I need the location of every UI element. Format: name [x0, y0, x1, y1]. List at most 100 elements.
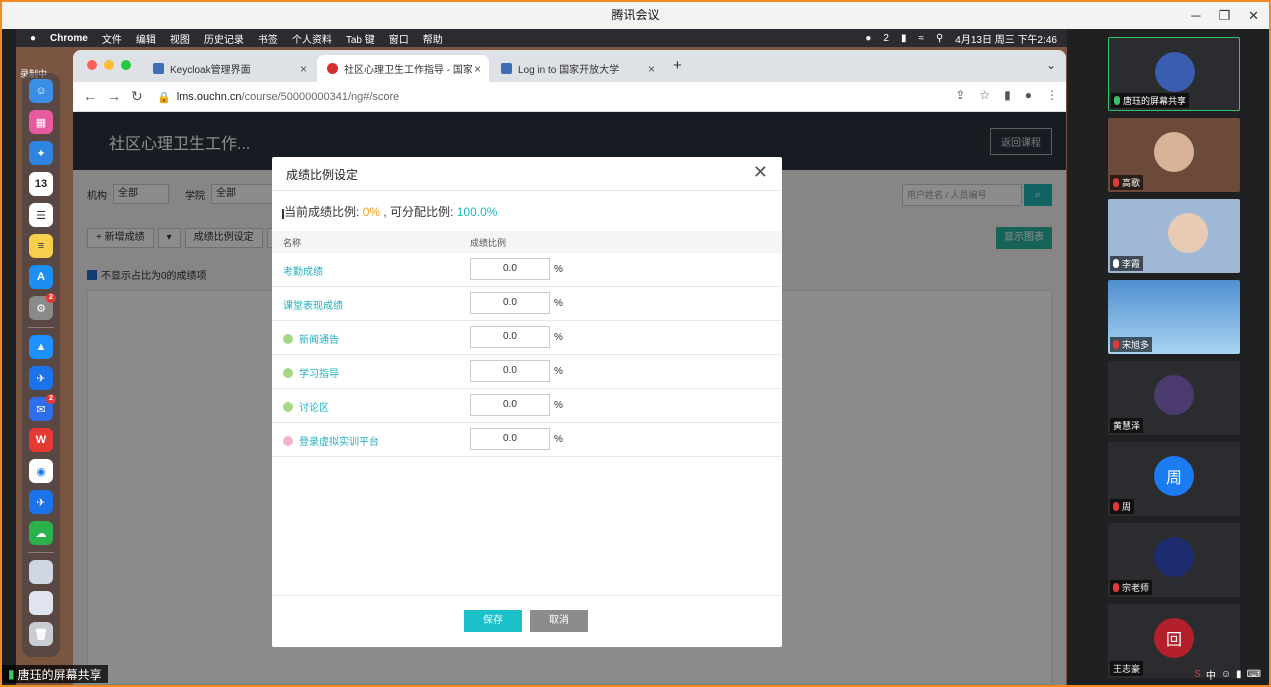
save-button[interactable]: 保存 — [464, 610, 522, 632]
chrome-icon[interactable]: ◉ — [29, 459, 53, 483]
minimize-window-icon[interactable] — [104, 60, 114, 70]
tab-keycloak[interactable]: Keycloak管理界面 × — [143, 55, 315, 82]
ratio-input[interactable]: 0.0 — [470, 428, 550, 450]
ratio-table-body: 考勤成绩 0.0 % 课堂表现成绩 0.0 % 新闻通告 0.0 % 学习指导 … — [272, 253, 782, 457]
tab-course[interactable]: 社区心理卫生工作指导 - 国家开放 × — [317, 55, 489, 82]
new-tab-icon[interactable]: + — [673, 57, 682, 74]
status-dot-icon — [283, 367, 293, 378]
spotlight-search-icon[interactable]: ⚲ — [936, 33, 943, 44]
percent-unit: % — [554, 366, 563, 377]
menu-item-view[interactable]: 视图 — [170, 31, 190, 46]
back-icon[interactable]: ← — [83, 88, 97, 104]
menu-item-edit[interactable]: 编辑 — [136, 31, 156, 46]
ratio-input[interactable]: 0.0 — [470, 360, 550, 382]
reload-icon[interactable]: ↻ — [131, 88, 143, 105]
forward-icon[interactable]: → — [107, 88, 121, 104]
cancel-button[interactable]: 取消 — [530, 610, 588, 632]
avatar-initial: 回 — [1165, 632, 1182, 649]
ratio-input[interactable]: 0.0 — [470, 394, 550, 416]
menu-item-bookmarks[interactable]: 书签 — [258, 31, 278, 46]
row-label: 考勤成绩 — [283, 267, 323, 278]
menu-item-help[interactable]: 帮助 — [423, 31, 443, 46]
menu-item-window[interactable]: 窗口 — [389, 31, 409, 46]
zoom-window-icon[interactable] — [121, 60, 131, 70]
table-row: 考勤成绩 0.0 % — [272, 253, 782, 287]
menu-app-name[interactable]: Chrome — [50, 33, 88, 44]
trash-icon[interactable]: 🗑 — [29, 622, 53, 646]
bookmark-star-icon[interactable]: ☆ — [979, 88, 990, 102]
menu-item-profile[interactable]: 个人资料 — [292, 31, 332, 46]
calendar-icon[interactable]: 13 — [29, 172, 53, 196]
row-name[interactable]: 讨论区 — [283, 399, 329, 414]
more-menu-icon[interactable]: ⋮ — [1046, 88, 1058, 102]
url-host: lms.ouchn.cn — [176, 91, 242, 103]
participant-name-tag: 高歌 — [1110, 175, 1144, 190]
lock-icon[interactable]: 🔒 — [157, 91, 171, 104]
dialog-close-icon[interactable]: ✕ — [753, 163, 768, 181]
url-field[interactable]: 🔒 lms.ouchn.cn/course/50000000341/ng#/sc… — [157, 86, 957, 108]
chevron-down-icon[interactable]: ⌄ — [1046, 58, 1056, 72]
menu-item-tab[interactable]: Tab 键 — [346, 31, 375, 46]
restore-icon[interactable]: ❐ — [1218, 8, 1230, 24]
wifi-icon[interactable]: ≈ — [918, 33, 924, 44]
menu-item-file[interactable]: 文件 — [102, 31, 122, 46]
dingtalk-icon[interactable]: ✈ — [29, 366, 53, 390]
wps-icon[interactable]: W — [29, 428, 53, 452]
participant-tile[interactable]: 宗老师 — [1108, 523, 1240, 597]
status-count[interactable]: 2 — [883, 33, 889, 44]
side-panel-icon[interactable]: ▮ — [1004, 88, 1011, 102]
row-name[interactable]: 新闻通告 — [283, 331, 339, 346]
ratio-input[interactable]: 0.0 — [470, 326, 550, 348]
clock[interactable]: 4月13日 周三 下午2:46 — [955, 31, 1057, 46]
settings-badge: 2 — [46, 293, 56, 303]
emoji-icon[interactable]: ☺ — [1221, 669, 1231, 680]
avatar — [1154, 375, 1194, 415]
finder-icon[interactable]: ☺ — [29, 79, 53, 103]
lark-icon[interactable]: ▲ — [29, 335, 53, 359]
dialog-title: 成绩比例设定 — [286, 168, 359, 182]
sogou-icon[interactable]: S — [1194, 669, 1201, 680]
file-icon[interactable] — [29, 591, 53, 615]
participant-tile[interactable]: 高歌 — [1108, 118, 1240, 192]
document-icon[interactable] — [29, 560, 53, 584]
tab-login[interactable]: Log in to 国家开放大学 × — [491, 55, 663, 82]
tray-mic-icon[interactable]: ▮ — [1236, 669, 1242, 680]
row-name[interactable]: 学习指导 — [283, 365, 339, 380]
settings-icon[interactable]: ⚙ 2 — [29, 293, 56, 320]
share-icon[interactable]: ⇪ — [955, 88, 965, 102]
address-bar: ← → ↻ 🔒 lms.ouchn.cn/course/50000000341/… — [73, 82, 1066, 112]
row-label: 课堂表现成绩 — [283, 301, 343, 312]
ratio-input[interactable]: 0.0 — [470, 258, 550, 280]
profile-icon[interactable]: ● — [1025, 88, 1032, 102]
launchpad-icon[interactable]: ▦ — [29, 110, 53, 134]
ratio-input[interactable]: 0.0 — [470, 292, 550, 314]
notes-icon[interactable]: ≡ — [29, 234, 53, 258]
row-name[interactable]: 课堂表现成绩 — [283, 297, 343, 312]
row-name[interactable]: 考勤成绩 — [283, 263, 323, 278]
row-name[interactable]: 登录虚拟实训平台 — [283, 433, 379, 448]
participant-tile[interactable]: 宋旭多 — [1108, 280, 1240, 354]
close-icon[interactable]: ✕ — [1248, 8, 1259, 24]
participant-tile[interactable]: 黄慧泽 — [1108, 361, 1240, 435]
reminders-icon[interactable]: ☰ — [29, 203, 53, 227]
participant-tile[interactable]: 唐珏的屏幕共享 — [1108, 37, 1240, 111]
input-language[interactable]: 中 — [1206, 667, 1216, 682]
keyboard-icon[interactable]: ⌨ — [1247, 669, 1261, 680]
wechat-status-icon[interactable]: ● — [865, 33, 871, 44]
feishu-icon[interactable]: ✈ — [29, 490, 53, 514]
participant-name-tag: 唐珏的屏幕共享 — [1111, 93, 1190, 108]
close-window-icon[interactable] — [87, 60, 97, 70]
tab-close-icon[interactable]: × — [300, 62, 307, 76]
apple-icon[interactable]: ● — [30, 33, 36, 44]
tab-close-icon[interactable]: × — [648, 62, 655, 76]
mail-app-icon[interactable]: ✉ 2 — [29, 394, 56, 421]
participant-tile[interactable]: 李霞 — [1108, 199, 1240, 273]
tab-close-icon[interactable]: × — [474, 62, 481, 76]
menu-item-history[interactable]: 历史记录 — [204, 31, 244, 46]
wechat-icon[interactable]: ☁ — [29, 521, 53, 545]
app-store-icon[interactable]: A — [29, 265, 53, 289]
participant-tile[interactable]: 周 周 — [1108, 442, 1240, 516]
minimize-icon[interactable]: ─ — [1191, 8, 1200, 23]
safari-icon[interactable]: ✦ — [29, 141, 53, 165]
participant-name-tag: 王志豪 — [1110, 661, 1144, 676]
